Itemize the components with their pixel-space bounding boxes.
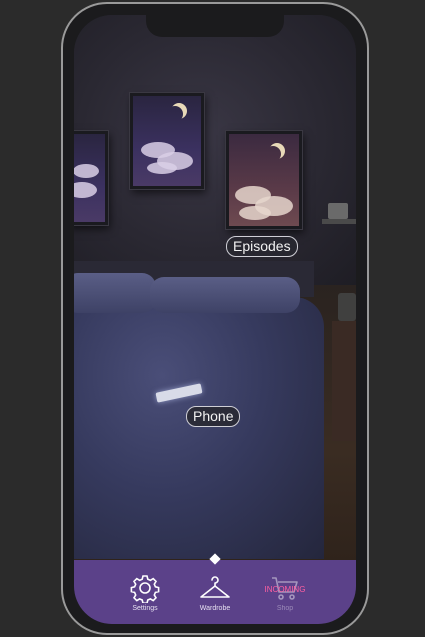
shop-incoming-badge: INCOMING bbox=[264, 585, 306, 594]
device-frame: Episodes Phone Settings Wardrobe Shop IN… bbox=[61, 2, 369, 635]
nightstand-plant bbox=[338, 293, 356, 321]
nav-settings-label: Settings bbox=[132, 605, 158, 612]
nav-wardrobe-button[interactable]: Wardrobe bbox=[185, 573, 245, 621]
episodes-hotspot[interactable]: Episodes bbox=[226, 236, 298, 257]
nav-settings-button[interactable]: Settings bbox=[115, 573, 175, 621]
game-screen: Episodes Phone Settings Wardrobe Shop IN… bbox=[74, 15, 356, 624]
device-notch bbox=[146, 15, 284, 37]
nav-shop-label: Shop bbox=[276, 605, 294, 612]
bed bbox=[74, 297, 324, 559]
wall-painting-right bbox=[226, 131, 302, 229]
pillow-right bbox=[150, 277, 300, 313]
gear-icon bbox=[115, 573, 175, 603]
bedroom-wall bbox=[74, 15, 356, 285]
phone-hotspot[interactable]: Phone bbox=[186, 406, 241, 427]
wall-painting-left bbox=[74, 131, 108, 225]
shelf-jar bbox=[328, 203, 348, 219]
nav-shop-button[interactable]: Shop INCOMING bbox=[255, 573, 315, 621]
nightstand bbox=[332, 321, 356, 441]
wall-shelf bbox=[322, 219, 356, 224]
wall-painting-center bbox=[130, 93, 204, 189]
nav-wardrobe-label: Wardrobe bbox=[199, 605, 231, 612]
pillow-left bbox=[74, 273, 156, 313]
hanger-icon bbox=[185, 573, 245, 603]
